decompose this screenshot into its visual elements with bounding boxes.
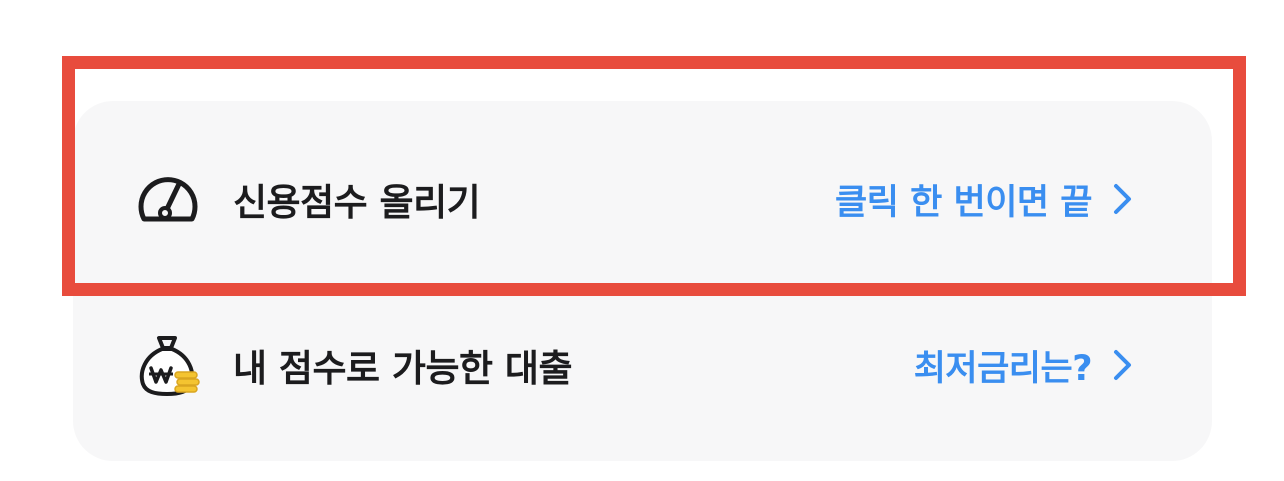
credit-score-boost-row[interactable]: 신용점수 올리기 클릭 한 번이면 끝 (73, 119, 1212, 279)
chevron-right-icon (1112, 348, 1134, 382)
screen: 신용점수 올리기 클릭 한 번이면 끝 내 점수로 가능한 대출 최저금리는? (0, 0, 1284, 481)
available-loan-label: 내 점수로 가능한 대출 (233, 347, 573, 390)
speedometer-gauge-icon (135, 166, 201, 232)
available-loan-row[interactable]: 내 점수로 가능한 대출 최저금리는? (73, 285, 1212, 445)
credit-menu-card: 신용점수 올리기 클릭 한 번이면 끝 내 점수로 가능한 대출 최저금리는? (73, 101, 1212, 461)
credit-score-boost-label: 신용점수 올리기 (233, 181, 481, 224)
chevron-right-icon (1112, 182, 1134, 216)
money-bag-with-coins-icon (135, 332, 201, 398)
lowest-rate-action-link[interactable]: 최저금리는? (914, 340, 1093, 391)
credit-score-boost-action-link[interactable]: 클릭 한 번이면 끝 (835, 174, 1092, 225)
